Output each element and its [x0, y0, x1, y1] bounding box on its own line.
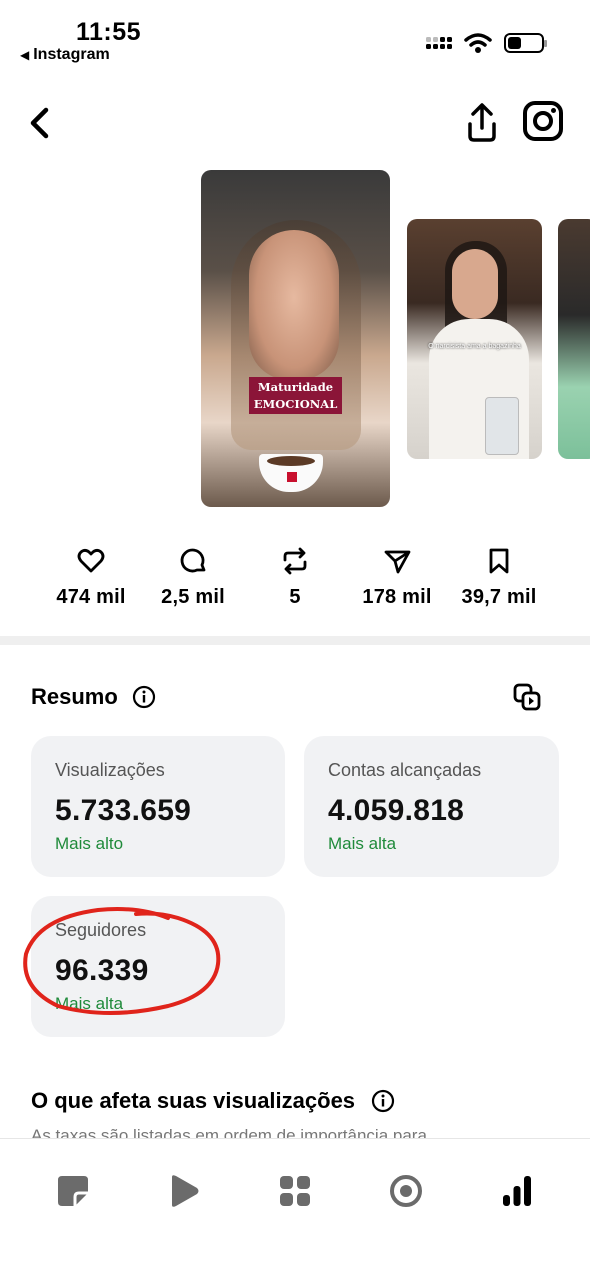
- bottom-nav: [0, 1138, 590, 1280]
- wifi-icon: [464, 33, 492, 53]
- summary-title: Resumo: [31, 684, 118, 709]
- back-app-label: Instagram: [33, 46, 110, 63]
- affects-header: O que afeta suas visualizações: [31, 1088, 395, 1114]
- target-icon[interactable]: [388, 1173, 424, 1209]
- card-accounts-reached[interactable]: Contas alcançadas 4.059.818 Mais alta: [304, 736, 559, 877]
- back-triangle-icon: ◀: [20, 48, 30, 62]
- grid-icon[interactable]: [277, 1173, 313, 1209]
- insights-icon[interactable]: [499, 1173, 535, 1209]
- stat-likes: 474 mil: [36, 546, 146, 609]
- posts-icon[interactable]: [55, 1173, 91, 1209]
- media-caption: Maturidade EMOCIONAL: [249, 377, 342, 414]
- send-icon: [384, 550, 411, 574]
- system-icons: [426, 32, 547, 54]
- media-subtitle: O narcisista ama a bagazinha: [428, 343, 521, 350]
- summary-header: Resumo: [31, 684, 156, 710]
- bookmark-icon: [489, 548, 509, 574]
- instagram-logo-icon[interactable]: [520, 98, 566, 144]
- media-thumbnail-third[interactable]: [558, 219, 590, 459]
- card-views[interactable]: Visualizações 5.733.659 Mais alto: [31, 736, 285, 877]
- coffee-cup: [259, 454, 323, 492]
- header: [0, 98, 590, 148]
- cellular-signal-icon: [426, 37, 452, 49]
- comment-icon: [180, 548, 206, 573]
- status-bar: 11:55 ◀ Instagram: [0, 0, 590, 70]
- info-icon[interactable]: [132, 685, 156, 709]
- media-thumbnail-second[interactable]: O narcisista ama a bagazinha: [407, 219, 542, 459]
- stat-comments: 2,5 mil: [138, 546, 248, 609]
- battery-icon: [504, 33, 547, 53]
- clock: 11:55: [76, 18, 142, 46]
- affects-subtitle: As taxas são listadas em ordem de import…: [31, 1126, 427, 1138]
- media-thumbnail-main[interactable]: Maturidade EMOCIONAL: [201, 170, 390, 507]
- affects-title: O que afeta suas visualizações: [31, 1088, 356, 1113]
- share-icon[interactable]: [462, 100, 502, 144]
- back-to-app-link[interactable]: ◀ Instagram: [20, 46, 110, 64]
- stat-reposts: 5: [240, 546, 350, 609]
- heart-icon: [77, 549, 105, 573]
- chevron-left-icon[interactable]: [22, 102, 62, 142]
- stat-saves: 39,7 mil: [444, 546, 554, 609]
- repost-icon: [283, 547, 307, 575]
- card-followers[interactable]: Seguidores 96.339 Mais alta: [31, 896, 285, 1037]
- compare-media-icon[interactable]: [512, 682, 542, 712]
- engagement-stats: 474 mil 2,5 mil 5 178 mil 39,7 mil: [0, 546, 590, 616]
- stat-shares: 178 mil: [342, 546, 452, 609]
- section-divider: [0, 636, 590, 645]
- reels-icon[interactable]: [166, 1173, 202, 1209]
- info-icon[interactable]: [371, 1089, 395, 1113]
